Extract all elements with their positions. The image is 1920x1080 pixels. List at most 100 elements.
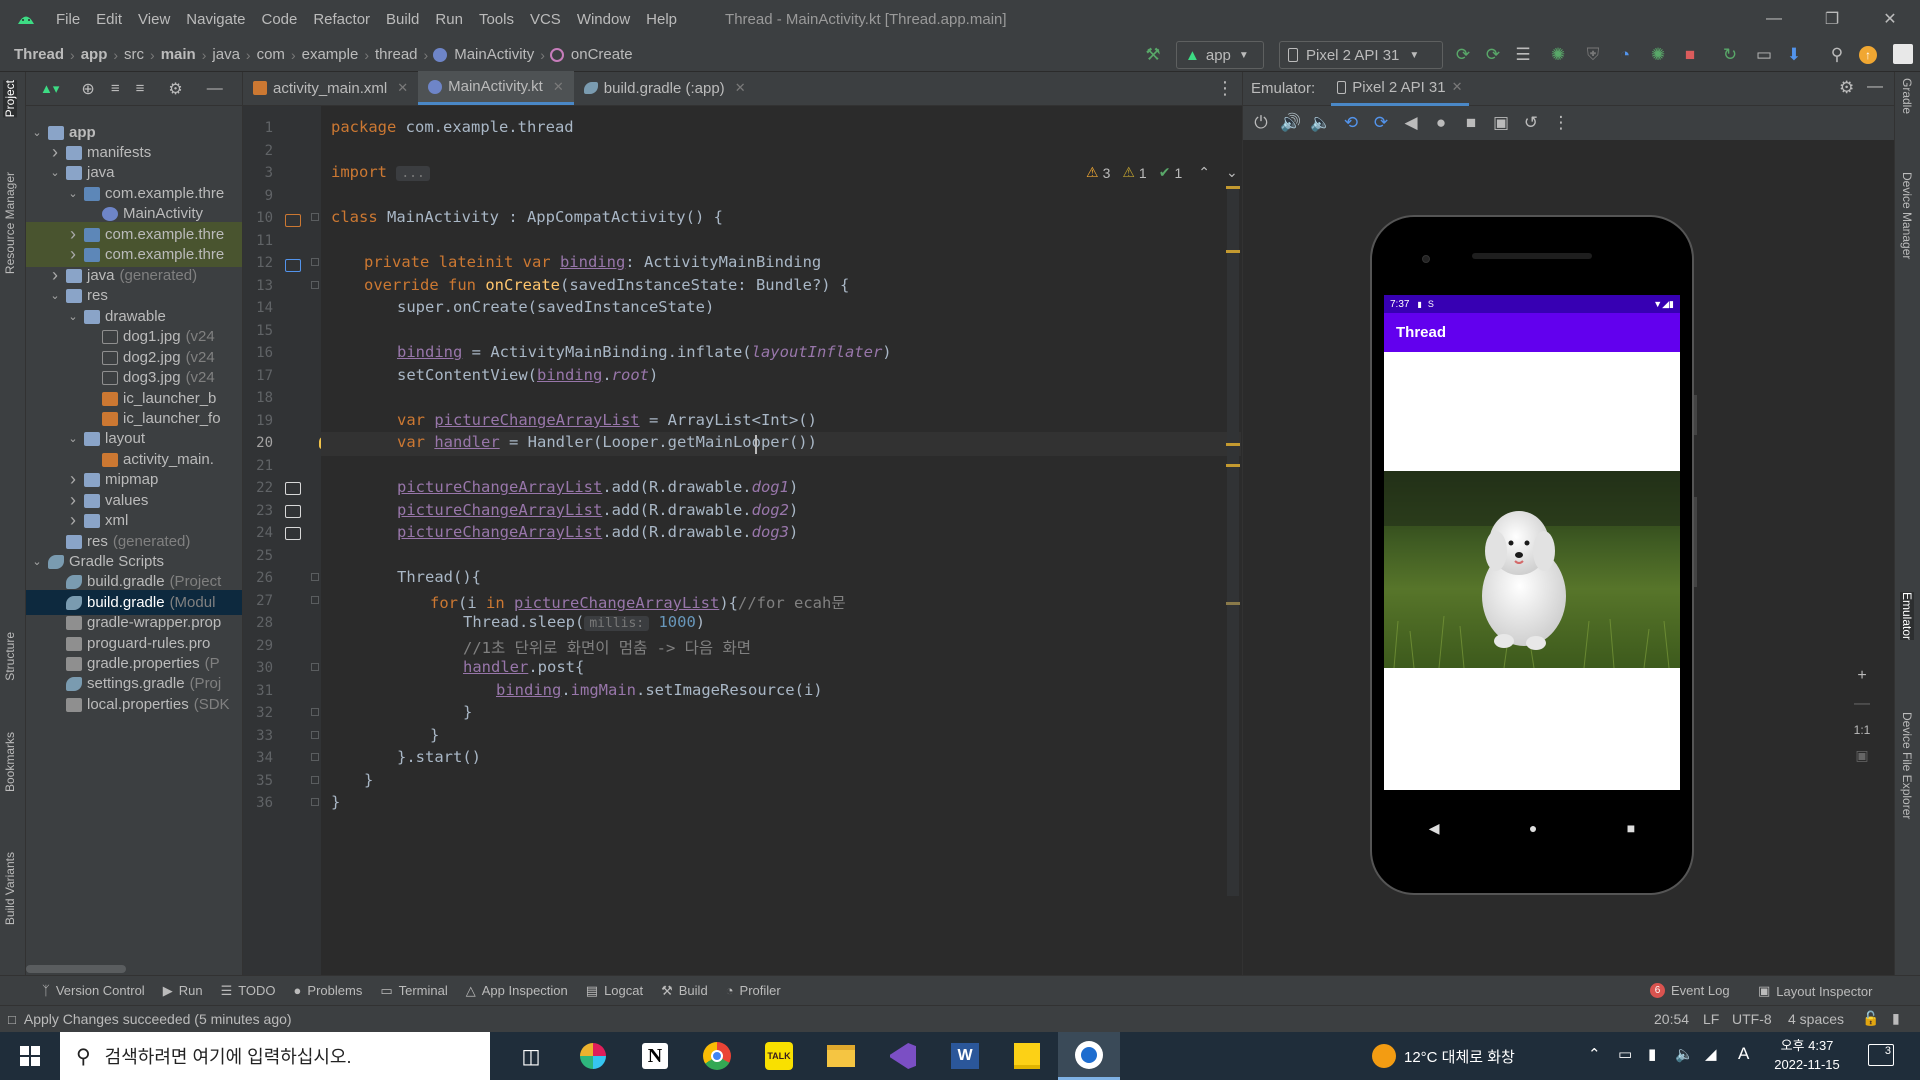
- zoom-actual-size[interactable]: 1:1: [1854, 723, 1871, 737]
- code-line[interactable]: private lateinit var binding: ActivityMa…: [364, 253, 821, 271]
- fold-marker-icon[interactable]: [311, 281, 319, 289]
- indent-setting[interactable]: 4 spaces: [1788, 1011, 1844, 1027]
- code-line[interactable]: for(i in pictureChangeArrayList){//for e…: [430, 591, 846, 613]
- chevron-up-icon[interactable]: ⌃: [1198, 164, 1210, 181]
- menu-build[interactable]: Build: [378, 11, 427, 28]
- wifi-icon[interactable]: ◢: [1705, 1045, 1717, 1063]
- tab-project[interactable]: Project: [3, 80, 17, 118]
- tab-mainactivity-kt[interactable]: MainActivity.kt ✕: [418, 71, 574, 105]
- apply-changes-restart-icon[interactable]: ⟳: [1448, 40, 1478, 70]
- snapshot-icon[interactable]: ↺: [1519, 108, 1543, 138]
- chevron-down-icon[interactable]: ⌄: [30, 555, 44, 568]
- code-line[interactable]: var handler = Handler(Looper.getMainLoop…: [397, 433, 817, 451]
- network-device-icon[interactable]: ▭: [1618, 1045, 1632, 1063]
- camera-icon[interactable]: ▣: [1489, 108, 1513, 138]
- breadcrumb-mainactivity[interactable]: MainActivity: [450, 46, 538, 63]
- fold-marker-icon[interactable]: [311, 663, 319, 671]
- build-hammer-icon[interactable]: ⚒: [1138, 40, 1168, 70]
- code-line[interactable]: }: [463, 703, 472, 721]
- tool-layout-inspector[interactable]: ▣ Layout Inspector: [1758, 983, 1872, 999]
- notion-icon[interactable]: N: [624, 1032, 686, 1080]
- more-icon[interactable]: ⋮: [1549, 108, 1573, 138]
- chevron-right-icon[interactable]: ›: [66, 244, 80, 265]
- home-icon[interactable]: ●: [1529, 820, 1537, 836]
- close-button[interactable]: ✕: [1861, 0, 1919, 38]
- tab-gradle[interactable]: Gradle: [1900, 78, 1914, 114]
- chevron-down-icon[interactable]: ⌄: [66, 310, 80, 323]
- tab-build-variants[interactable]: Build Variants: [3, 852, 17, 925]
- kakaotalk-icon[interactable]: TALK: [748, 1032, 810, 1080]
- battery-icon[interactable]: ▮: [1648, 1045, 1656, 1063]
- weather-widget[interactable]: 12°C 대체로 화창: [1372, 1044, 1515, 1068]
- code-line[interactable]: handler.post{: [463, 658, 584, 676]
- sdk-manager-icon[interactable]: ⬇: [1779, 40, 1809, 70]
- device-dropdown[interactable]: Pixel 2 API 31 ▼: [1279, 41, 1443, 69]
- menu-edit[interactable]: Edit: [88, 11, 130, 28]
- vertical-scrollbar[interactable]: [1227, 186, 1239, 896]
- horizontal-scrollbar[interactable]: [26, 965, 126, 973]
- close-icon[interactable]: ✕: [1452, 79, 1463, 95]
- overview-icon[interactable]: ■: [1627, 820, 1635, 836]
- sticky-notes-icon[interactable]: [996, 1032, 1058, 1080]
- fold-marker-icon[interactable]: [311, 798, 319, 806]
- fold-marker-icon[interactable]: [311, 213, 319, 221]
- gear-icon[interactable]: ⚙: [1839, 78, 1854, 98]
- phone-screen[interactable]: 7:37 ▮ S ▼◢▮ Thread ◀ ● ■: [1384, 295, 1680, 866]
- windows-start-icon[interactable]: [0, 1032, 60, 1080]
- code-line[interactable]: Thread.sleep(millis: 1000): [463, 613, 705, 631]
- breadcrumb-src[interactable]: src: [120, 46, 148, 63]
- tool-version-control[interactable]: ᛉ Version Control: [42, 983, 145, 998]
- tab-activity-main-xml[interactable]: activity_main.xml ✕: [243, 71, 418, 105]
- taskbar-search-box[interactable]: ⚲ 검색하려면 여기에 입력하십시오.: [60, 1032, 490, 1080]
- run-gutter-icon[interactable]: [285, 214, 301, 227]
- image-preview-icon[interactable]: [285, 482, 301, 495]
- search-icon[interactable]: ⚲: [1822, 40, 1852, 70]
- breadcrumb-thread[interactable]: Thread: [10, 46, 68, 63]
- code-line[interactable]: }: [364, 771, 373, 789]
- code-line[interactable]: pictureChangeArrayList.add(R.drawable.do…: [397, 478, 798, 496]
- fold-marker-icon[interactable]: [311, 776, 319, 784]
- stop-icon[interactable]: ■: [1675, 40, 1705, 70]
- tool-profiler[interactable]: ◔ Profiler: [726, 983, 781, 998]
- fold-marker-icon[interactable]: [311, 753, 319, 761]
- line-separator[interactable]: LF: [1703, 1011, 1719, 1027]
- menu-view[interactable]: View: [130, 11, 178, 28]
- avatar[interactable]: [1893, 44, 1913, 64]
- breadcrumb-app[interactable]: app: [77, 46, 112, 63]
- debug-bug-icon[interactable]: ✺: [1543, 40, 1573, 70]
- chevron-right-icon[interactable]: ›: [66, 510, 80, 531]
- code-line[interactable]: setContentView(binding.root): [397, 366, 658, 384]
- device-manager-icon[interactable]: ▭: [1749, 40, 1779, 70]
- tree-item[interactable]: local.properties (SDK: [26, 692, 242, 717]
- code-line[interactable]: //1초 단위로 화면이 멈춤 -> 다음 화면: [463, 636, 751, 658]
- breadcrumb-main[interactable]: main: [157, 46, 200, 63]
- lock-icon[interactable]: 🔓: [1862, 1010, 1879, 1027]
- menu-window[interactable]: Window: [569, 11, 638, 28]
- tool-logcat[interactable]: ▤ Logcat: [586, 983, 643, 999]
- volume-up-icon[interactable]: 🔊: [1279, 108, 1303, 138]
- fold-marker-icon[interactable]: [311, 258, 319, 266]
- menu-run[interactable]: Run: [427, 11, 471, 28]
- attach-debugger-icon[interactable]: ✺: [1643, 40, 1673, 70]
- gear-icon[interactable]: ⚙: [168, 79, 182, 99]
- tool-run[interactable]: ▶ Run: [163, 983, 203, 999]
- chevron-down-icon[interactable]: ⌄: [1226, 164, 1238, 181]
- chevron-down-icon[interactable]: ⌄: [66, 432, 80, 445]
- sync-gradle-icon[interactable]: ↻: [1715, 40, 1745, 70]
- rotate-left-icon[interactable]: ⟲: [1339, 108, 1363, 138]
- zoom-out-icon[interactable]: —: [1854, 695, 1870, 713]
- locate-file-icon[interactable]: ⊕: [81, 79, 94, 99]
- update-icon[interactable]: ↑: [1859, 46, 1877, 64]
- chevron-down-icon[interactable]: ⌄: [66, 187, 80, 200]
- code-line[interactable]: super.onCreate(savedInstanceState): [397, 298, 714, 316]
- chevron-down-icon[interactable]: ⌄: [48, 166, 62, 179]
- breadcrumb-oncreate[interactable]: onCreate: [567, 46, 637, 63]
- menu-file[interactable]: File: [48, 11, 88, 28]
- more-tabs-icon[interactable]: ⋮: [1216, 71, 1242, 105]
- fold-marker-icon[interactable]: [311, 731, 319, 739]
- fold-marker-icon[interactable]: [311, 708, 319, 716]
- run-config-dropdown[interactable]: ▲ app ▼: [1176, 41, 1264, 69]
- android-view-icon[interactable]: ▲▾: [40, 81, 59, 97]
- menu-code[interactable]: Code: [253, 11, 305, 28]
- toggle-panels-icon[interactable]: □: [8, 1012, 16, 1027]
